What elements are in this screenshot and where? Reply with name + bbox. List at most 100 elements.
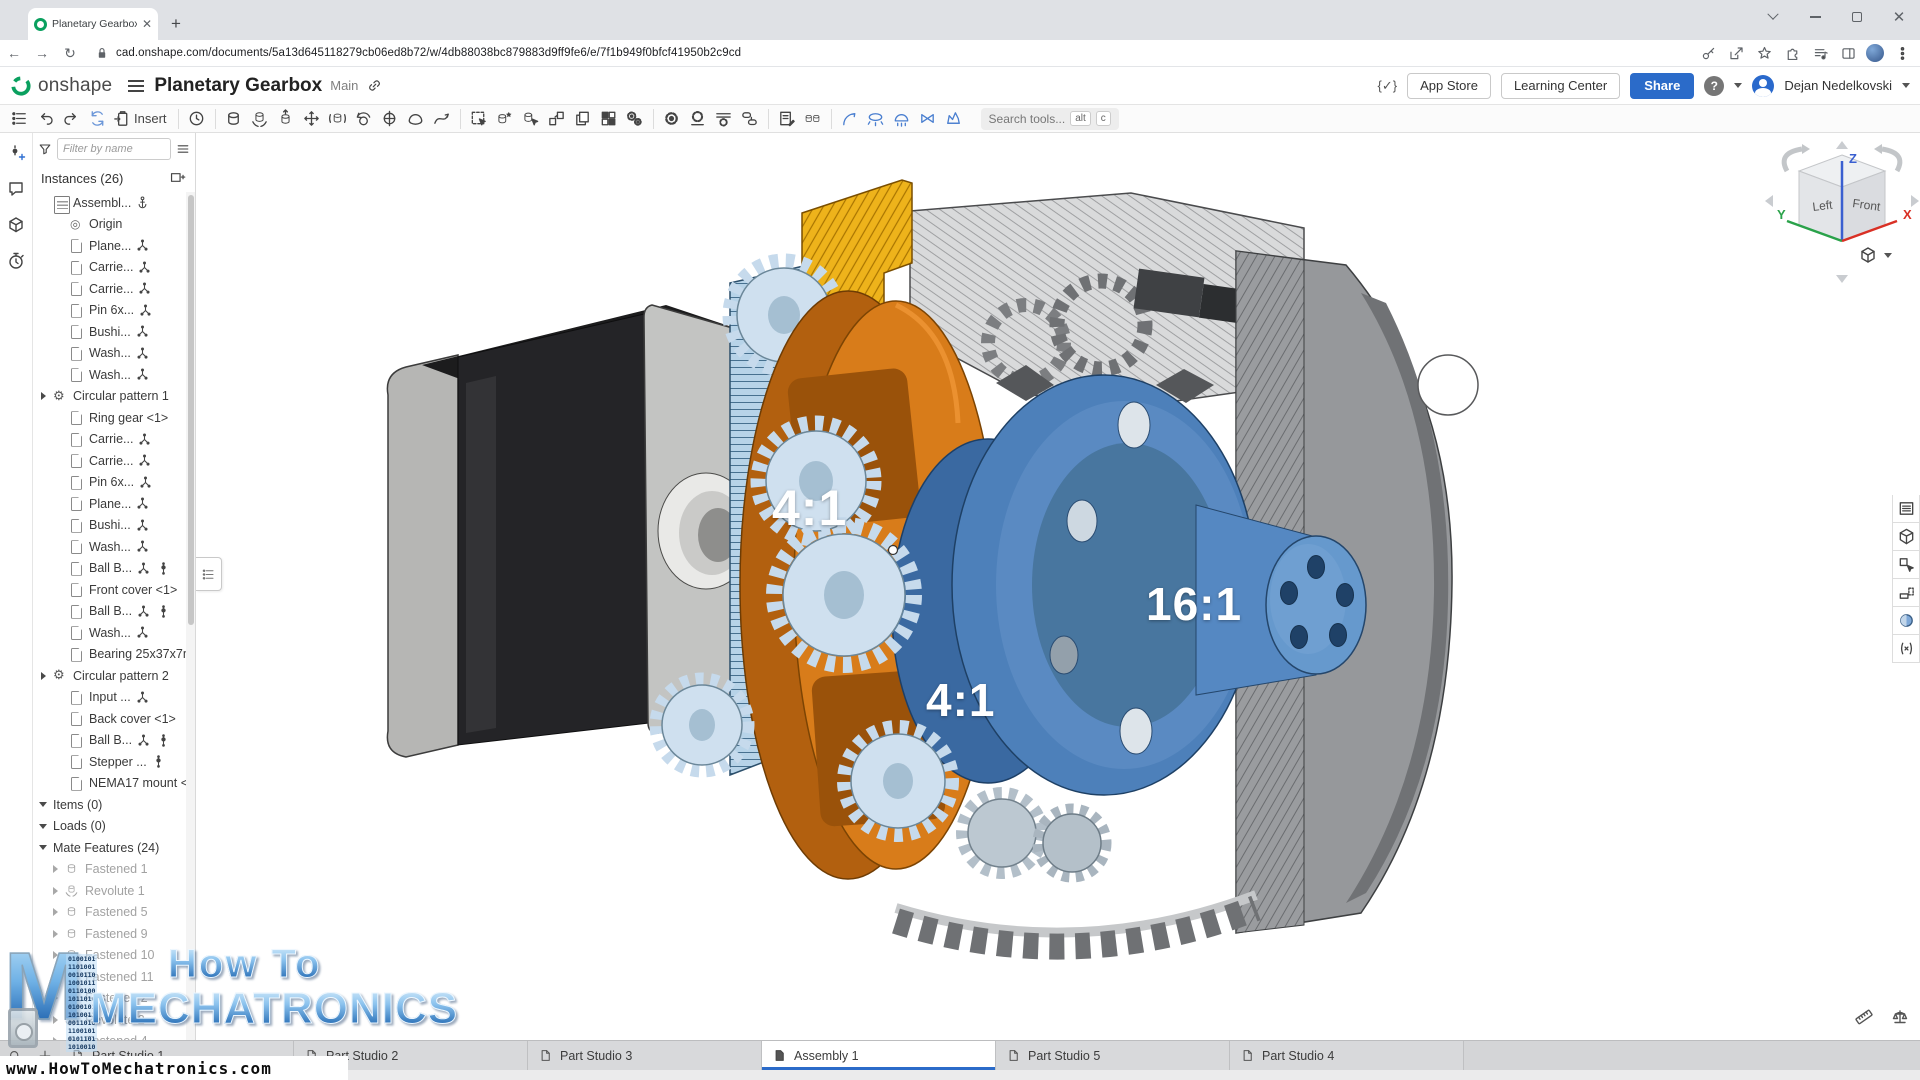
rack-pinion-relation-icon[interactable] <box>711 106 737 132</box>
instance-row[interactable]: Carrie... <box>33 450 186 472</box>
instance-row[interactable]: Front cover <1> <box>33 579 186 601</box>
onshape-logo[interactable]: onshape <box>10 75 112 97</box>
instance-row[interactable]: NEMA17 mount <1> <box>33 773 186 795</box>
document-tab[interactable]: Assembly 1 <box>762 1041 996 1070</box>
instance-row[interactable]: Wash... <box>33 343 186 365</box>
instance-row[interactable]: Circular pattern 2 <box>33 665 186 687</box>
measure-icon[interactable] <box>1854 1007 1874 1032</box>
appearance-icon[interactable] <box>1892 607 1920 635</box>
exploded-views-icon[interactable] <box>1892 523 1920 551</box>
load-curve-icon[interactable] <box>837 106 863 132</box>
instance-row[interactable]: Stepper ... <box>33 751 186 773</box>
instance-row[interactable]: Ring gear <1> <box>33 407 186 429</box>
insert-button[interactable]: Insert <box>110 106 173 132</box>
relation-icon[interactable] <box>659 106 685 132</box>
instance-row[interactable]: Bushi... <box>33 321 186 343</box>
instance-row[interactable]: Carrie... <box>33 429 186 451</box>
instance-row[interactable]: Ball B... <box>33 558 186 580</box>
linear-pattern-icon[interactable] <box>596 106 622 132</box>
search-tools-input[interactable]: Search tools... alt c <box>981 108 1119 130</box>
tangent-mate-icon[interactable] <box>403 106 429 132</box>
browser-menu-icon[interactable] <box>1892 43 1912 63</box>
instance-row[interactable]: Ball B... <box>33 730 186 752</box>
instance-row[interactable]: Assembl... <box>33 192 186 214</box>
tree-section-header[interactable]: Items (0) <box>33 794 186 816</box>
featurescript-icon[interactable]: {✓} <box>1378 78 1398 94</box>
instance-row[interactable]: Plane... <box>33 235 186 257</box>
configurations-icon[interactable] <box>1892 635 1920 663</box>
panel-flyout-handle[interactable] <box>196 557 222 591</box>
user-avatar[interactable] <box>1752 75 1774 97</box>
redo-icon[interactable] <box>58 106 84 132</box>
instance-row[interactable]: Origin <box>33 214 186 236</box>
close-window-button[interactable]: ✕ <box>1878 2 1920 32</box>
drawing-icon[interactable] <box>774 106 800 132</box>
list-options-icon[interactable] <box>175 141 191 157</box>
app-store-button[interactable]: App Store <box>1407 73 1491 99</box>
load-bearing-icon[interactable] <box>915 106 941 132</box>
address-bar[interactable]: cad.onshape.com/documents/5a13d645118279… <box>94 45 1698 61</box>
instance-row[interactable]: Carrie... <box>33 257 186 279</box>
browser-tab[interactable]: Planetary Gearbox | Assembly 1 ✕ <box>28 8 158 40</box>
bookmark-star-icon[interactable] <box>1754 43 1774 63</box>
restore-button[interactable] <box>1836 2 1878 32</box>
load-torque-icon[interactable] <box>863 106 889 132</box>
copy-instance-icon[interactable] <box>570 106 596 132</box>
browser-profile-avatar[interactable] <box>1866 44 1884 62</box>
forward-button[interactable]: → <box>28 45 56 61</box>
instance-row[interactable]: Pin 6x... <box>33 472 186 494</box>
cylindrical-mate-icon[interactable] <box>325 106 351 132</box>
graphics-viewport[interactable]: 4:1 16:1 4:1 Left Front Z Y X <box>196 133 1920 1040</box>
interference-check-icon[interactable] <box>800 106 826 132</box>
bom-table-icon[interactable] <box>1892 495 1920 523</box>
load-pressure-icon[interactable] <box>889 106 915 132</box>
minimize-button[interactable] <box>1794 2 1836 32</box>
tree-section-header[interactable]: Loads (0) <box>33 816 186 838</box>
instance-row[interactable]: Wash... <box>33 622 186 644</box>
view-cube[interactable]: Left Front Z Y X <box>1752 141 1920 291</box>
instance-row[interactable]: Wash... <box>33 536 186 558</box>
performance-panel-icon[interactable] <box>4 249 28 273</box>
view-options-button[interactable] <box>1858 245 1892 265</box>
ball-mate-icon[interactable] <box>351 106 377 132</box>
insert-item-icon[interactable] <box>169 169 187 187</box>
new-tab-button[interactable]: + <box>166 14 186 34</box>
tree-section-header[interactable]: Mate Features (24) <box>33 837 186 859</box>
filter-icon[interactable] <box>37 141 53 157</box>
replicate-icon[interactable] <box>544 106 570 132</box>
document-tab[interactable]: Part Studio 4 <box>1230 1041 1464 1070</box>
screw-relation-icon[interactable] <box>737 106 763 132</box>
document-tab[interactable]: Part Studio 3 <box>528 1041 762 1070</box>
comments-panel-icon[interactable] <box>4 177 28 201</box>
history-icon[interactable] <box>184 106 210 132</box>
fastened-mate-icon[interactable] <box>221 106 247 132</box>
gearbox-3d-model[interactable] <box>196 133 1920 1040</box>
instance-row[interactable]: Bearing 25x37x7m... <box>33 644 186 666</box>
planar-mate-icon[interactable] <box>299 106 325 132</box>
revolute-mate-icon[interactable] <box>247 106 273 132</box>
password-key-icon[interactable] <box>1698 43 1718 63</box>
instance-row[interactable]: Back cover <1> <box>33 708 186 730</box>
slider-mate-icon[interactable] <box>273 106 299 132</box>
pin-slot-mate-icon[interactable] <box>377 106 403 132</box>
circular-pattern-icon[interactable] <box>622 106 648 132</box>
instance-row[interactable]: Carrie... <box>33 278 186 300</box>
user-name[interactable]: Dejan Nedelkovski <box>1784 78 1892 93</box>
side-panel-icon[interactable] <box>1838 43 1858 63</box>
filter-input[interactable] <box>57 138 171 160</box>
help-button[interactable]: ? <box>1704 76 1724 96</box>
user-dropdown-icon[interactable] <box>1902 83 1910 88</box>
share-link-icon[interactable] <box>366 77 383 94</box>
document-tab[interactable]: Part Studio 5 <box>996 1041 1230 1070</box>
instances-panel-icon[interactable] <box>6 106 32 132</box>
parts-help-panel-icon[interactable] <box>4 213 28 237</box>
instance-row[interactable]: Plane... <box>33 493 186 515</box>
reading-list-icon[interactable] <box>1810 43 1830 63</box>
instance-row[interactable]: Circular pattern 1 <box>33 386 186 408</box>
mate-feature-row[interactable]: Fastened 1 <box>33 859 186 881</box>
path-relation-icon[interactable] <box>429 106 455 132</box>
back-button[interactable]: ← <box>0 45 28 61</box>
mate-feature-row[interactable]: Fastened 5 <box>33 902 186 924</box>
extensions-puzzle-icon[interactable] <box>1782 43 1802 63</box>
undo-icon[interactable] <box>32 106 58 132</box>
